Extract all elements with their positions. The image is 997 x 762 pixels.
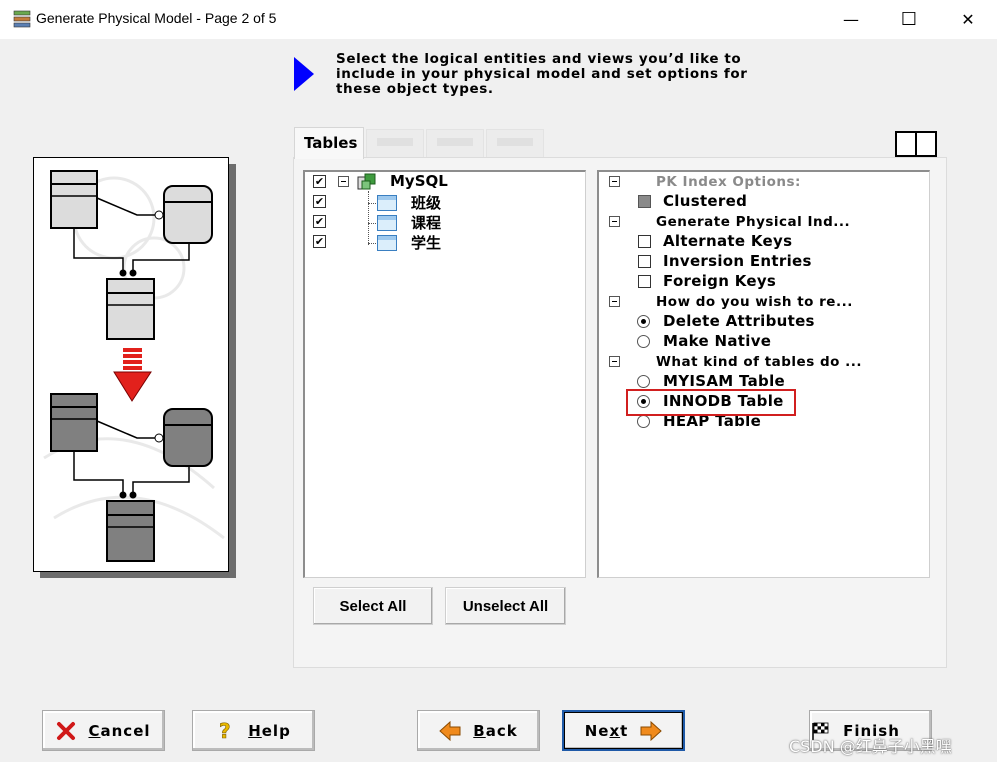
- checkbox-entity[interactable]: ✔: [313, 195, 326, 208]
- alternate-keys-checkbox[interactable]: [638, 235, 651, 248]
- table-icon: [377, 215, 397, 231]
- help-rest: elp: [261, 721, 291, 740]
- myisam-label[interactable]: MYISAM Table: [663, 372, 785, 390]
- wish-header: How do you wish to re...: [656, 294, 853, 310]
- entity-tree[interactable]: [303, 170, 586, 578]
- tree-item-entity[interactable]: 班级: [411, 192, 441, 213]
- back-accel: B: [473, 721, 486, 740]
- tree-item-entity[interactable]: 课程: [411, 212, 441, 233]
- pk-options-header: PK Index Options:: [656, 174, 801, 190]
- help-button[interactable]: ? Help: [192, 710, 315, 751]
- question-mark-icon: ?: [219, 720, 232, 742]
- cancel-accel: C: [88, 721, 101, 740]
- next-accel: x: [609, 721, 621, 740]
- unselect-all-button[interactable]: Unselect All: [445, 587, 566, 625]
- tab-hidden-1: [366, 129, 424, 157]
- foreign-keys-label[interactable]: Foreign Keys: [663, 272, 776, 290]
- clustered-checkbox: [638, 195, 651, 208]
- inversion-entries-label[interactable]: Inversion Entries: [663, 252, 812, 270]
- tree-line: [368, 191, 369, 245]
- tab-tables[interactable]: Tables: [294, 127, 364, 159]
- title-bar: Generate Physical Model - Page 2 of 5 — …: [0, 0, 997, 39]
- maximize-icon: ☐: [900, 9, 918, 30]
- close-button[interactable]: ✕: [939, 0, 997, 39]
- next-part-a: Ne: [584, 721, 610, 740]
- window-title: Generate Physical Model - Page 2 of 5: [36, 10, 277, 26]
- alternate-keys-label[interactable]: Alternate Keys: [663, 232, 792, 250]
- app-icon: [13, 10, 31, 28]
- svg-text:?: ?: [219, 720, 232, 742]
- collapse-icon[interactable]: [338, 176, 349, 187]
- help-label: Help: [248, 722, 291, 740]
- tree-item-mysql[interactable]: MySQL: [390, 172, 448, 190]
- collapse-icon[interactable]: [609, 216, 620, 227]
- highlight-box: [626, 389, 796, 416]
- delete-attributes-label[interactable]: Delete Attributes: [663, 312, 815, 330]
- tab-hidden-3: [486, 129, 544, 157]
- maximize-button[interactable]: ☐: [880, 0, 938, 39]
- cancel-button[interactable]: Cancel: [42, 710, 165, 751]
- back-button[interactable]: Back: [417, 710, 540, 751]
- back-arrow-icon: [439, 720, 461, 741]
- database-icon: [357, 173, 376, 190]
- watermark-text: CSDN @红鼻子小黑嘿: [789, 737, 952, 756]
- make-native-label[interactable]: Make Native: [663, 332, 771, 350]
- table-icon: [377, 195, 397, 211]
- next-arrow-icon: [640, 720, 663, 741]
- myisam-radio[interactable]: [637, 375, 650, 388]
- back-rest: ack: [485, 721, 518, 740]
- clustered-label: Clustered: [663, 192, 748, 210]
- tree-item-entity[interactable]: 学生: [411, 232, 441, 253]
- cancel-x-icon: [57, 721, 76, 740]
- model-illustration: [33, 157, 229, 572]
- unselect-all-label: Unselect All: [462, 597, 549, 615]
- inversion-entries-checkbox[interactable]: [638, 255, 651, 268]
- collapse-icon[interactable]: [609, 356, 620, 367]
- minimize-button[interactable]: —: [822, 0, 880, 39]
- table-kind-header: What kind of tables do ...: [656, 354, 862, 370]
- make-native-radio[interactable]: [637, 335, 650, 348]
- pointer-arrow-icon: [294, 57, 314, 91]
- checkbox-mysql[interactable]: ✔: [313, 175, 326, 188]
- collapse-icon[interactable]: [609, 296, 620, 307]
- cancel-rest: ancel: [100, 721, 151, 740]
- back-label: Back: [473, 722, 517, 740]
- next-part-b: t: [620, 721, 629, 740]
- collapse-icon[interactable]: [609, 176, 620, 187]
- logical-to-physical-diagram-icon: [43, 170, 225, 562]
- heap-radio[interactable]: [637, 415, 650, 428]
- instruction-text: Select the logical entities and views yo…: [336, 51, 748, 97]
- help-accel: H: [248, 721, 262, 740]
- cancel-label: Cancel: [88, 722, 150, 740]
- select-all-button[interactable]: Select All: [313, 587, 433, 625]
- foreign-keys-checkbox[interactable]: [638, 275, 651, 288]
- table-icon: [377, 235, 397, 251]
- next-label: Next: [585, 722, 629, 740]
- checkbox-entity[interactable]: ✔: [313, 215, 326, 228]
- select-all-label: Select All: [339, 597, 407, 615]
- generate-index-header: Generate Physical Ind...: [656, 214, 851, 230]
- tab-scroll-right-icon[interactable]: [915, 131, 937, 157]
- delete-attributes-radio[interactable]: [637, 315, 650, 328]
- minimize-icon: —: [843, 10, 859, 29]
- checkbox-entity[interactable]: ✔: [313, 235, 326, 248]
- tab-scroll-left-icon[interactable]: [895, 131, 917, 157]
- tab-hidden-2: [426, 129, 484, 157]
- tab-scroll-arrows[interactable]: [895, 131, 939, 157]
- close-icon: ✕: [961, 10, 975, 29]
- next-button[interactable]: Next: [562, 710, 685, 751]
